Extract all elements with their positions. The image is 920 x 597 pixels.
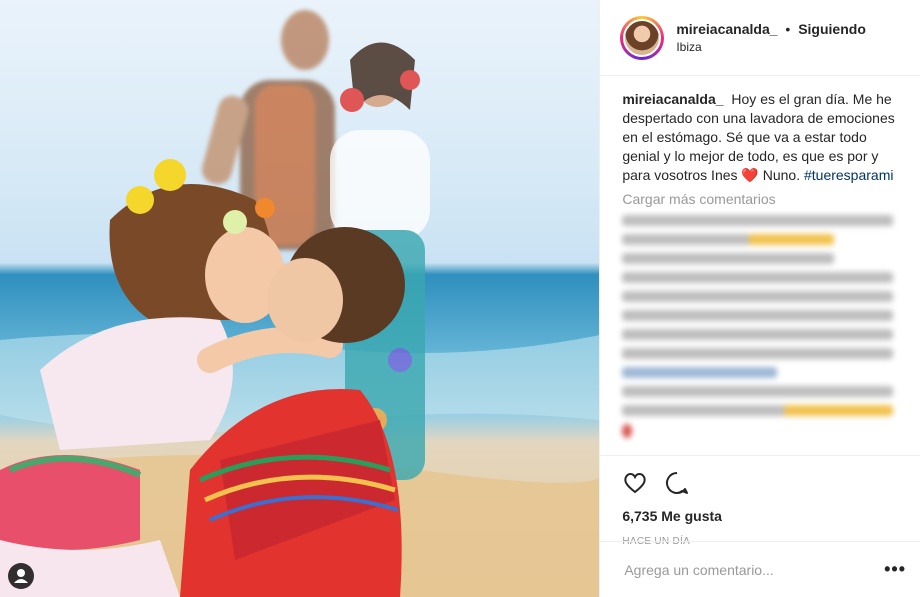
person-tag-icon <box>14 569 28 583</box>
separator-dot: • <box>785 20 791 37</box>
heart-outline-icon[interactable] <box>622 470 648 496</box>
blurred-comment <box>622 272 893 283</box>
blurred-comment <box>622 234 834 245</box>
hashtag-link[interactable]: #tueresparami <box>804 167 894 183</box>
blurred-comment <box>622 405 893 416</box>
post-photo[interactable] <box>0 0 600 597</box>
post-details-panel: mireiacanalda_ • Siguiendo Ibiza mireiac… <box>599 0 920 597</box>
username-link[interactable]: mireiacanalda_ <box>676 21 777 37</box>
avatar[interactable] <box>620 15 665 60</box>
header-text: mireiacanalda_ • Siguiendo Ibiza <box>676 20 866 56</box>
blurred-comment <box>622 348 893 359</box>
speech-bubble-icon[interactable] <box>664 470 690 496</box>
comments-section: mireiacanalda_ Hoy es el gran día. Me he… <box>600 76 920 455</box>
instagram-post: mireiacanalda_ • Siguiendo Ibiza mireiac… <box>0 0 920 597</box>
post-actions: 6,735 Me gusta HACE UN DÍA ••• <box>600 455 920 597</box>
caption-username-link[interactable]: mireiacanalda_ <box>622 91 723 107</box>
likes-count[interactable]: 6,735 Me gusta <box>622 508 904 524</box>
blurred-comment <box>622 386 893 397</box>
blurred-comment <box>622 329 893 340</box>
blurred-comment <box>622 291 893 302</box>
red-heart-emoji: ❤️ <box>741 167 759 183</box>
blurred-emoji <box>622 424 633 438</box>
avatar-image <box>623 18 662 57</box>
caption-text-end: Nuno. <box>762 167 801 183</box>
location-link[interactable]: Ibiza <box>676 38 866 56</box>
blurred-comment <box>622 215 893 226</box>
blurred-comment <box>622 253 834 264</box>
add-comment-bar: ••• <box>600 541 920 597</box>
blurred-comment <box>622 310 893 321</box>
post-header: mireiacanalda_ • Siguiendo Ibiza <box>600 0 920 76</box>
post-caption: mireiacanalda_ Hoy es el gran día. Me he… <box>622 90 904 185</box>
comment-input[interactable] <box>622 560 885 579</box>
beach-scene-illustration <box>0 10 600 597</box>
load-more-comments-button[interactable]: Cargar más comentarios <box>622 191 904 207</box>
header-line: mireiacanalda_ • Siguiendo <box>676 20 866 38</box>
blurred-comments <box>622 215 904 438</box>
following-button[interactable]: Siguiendo <box>798 21 866 37</box>
action-icons <box>622 456 904 498</box>
blurred-comment <box>622 367 778 378</box>
tagged-users-button[interactable] <box>8 563 34 589</box>
more-options-button[interactable]: ••• <box>884 559 906 580</box>
